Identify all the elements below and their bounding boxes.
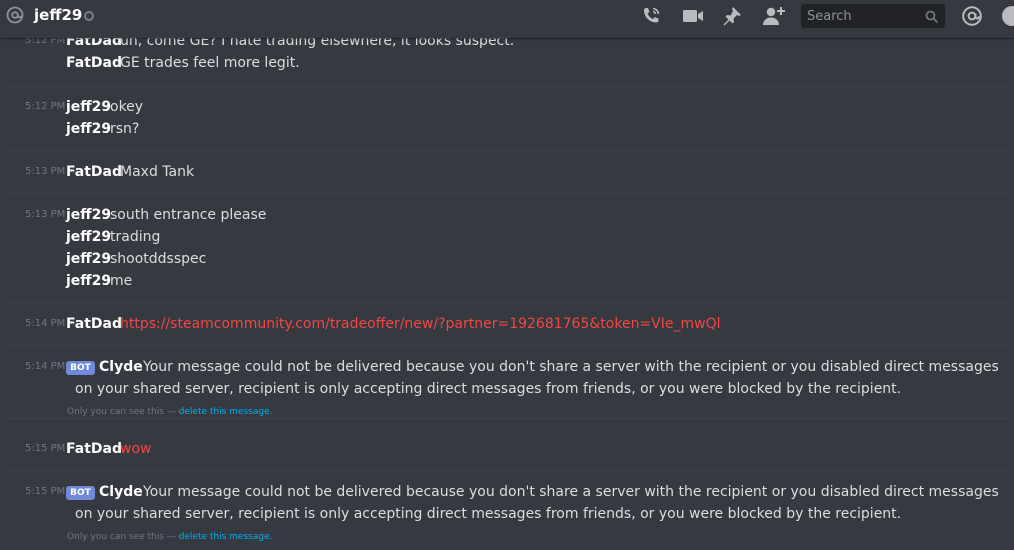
message-timestamp: 5:12 PM <box>25 38 66 46</box>
message-group: 5:15 PM FatDad wow <box>8 438 1008 471</box>
dm-username: jeff29 <box>34 6 83 24</box>
message-timestamp: 5:15 PM <box>25 443 66 454</box>
ephemeral-note: Only you can see this — delete this mess… <box>67 406 272 418</box>
message-author[interactable]: jeff29 <box>66 248 111 270</box>
system-message-text: Your message could not be delivered beca… <box>75 484 999 522</box>
search-input[interactable] <box>801 4 925 28</box>
message-author[interactable]: jeff29 <box>66 226 111 248</box>
add-friend-icon[interactable] <box>761 5 785 27</box>
message-group: 5:13 PM jeff29 south entrance please jef… <box>8 204 1008 303</box>
message-author[interactable]: jeff29 <box>66 270 111 292</box>
message-author[interactable]: FatDad <box>66 313 122 335</box>
video-call-icon[interactable] <box>681 5 703 27</box>
message-author[interactable]: FatDad <box>66 38 122 52</box>
message-author[interactable]: jeff29 <box>66 96 111 118</box>
message-author[interactable]: FatDad <box>66 161 122 183</box>
message-timestamp: 5:12 PM <box>25 101 66 112</box>
message-group: 5:12 PM jeff29 okey jeff29 rsn? <box>8 96 1008 151</box>
message-author[interactable]: FatDad <box>66 52 122 74</box>
chat-window: jeff29 Search 5:12 PM FatDad uh, come GE… <box>0 0 1014 550</box>
search-icon[interactable] <box>925 9 939 24</box>
help-icon[interactable] <box>1001 5 1014 27</box>
message-group: 5:14 PM BOT Clyde Your message could not… <box>8 356 1008 419</box>
delete-message-link[interactable]: delete this message. <box>179 532 273 542</box>
message-timestamp: 5:13 PM <box>25 166 66 177</box>
search-bar[interactable] <box>801 4 945 28</box>
channel-header: jeff29 <box>0 0 1014 38</box>
message-text: rsn? <box>110 121 140 137</box>
message-group: 5:12 PM FatDad uh, come GE? I hate tradi… <box>8 38 1008 87</box>
message-group: 5:15 PM BOT Clyde Your message could not… <box>8 481 1008 550</box>
pin-icon[interactable] <box>721 5 743 27</box>
message-timestamp: 5:14 PM <box>25 318 66 329</box>
trade-offer-link[interactable]: https://steamcommunity.com/tradeoffer/ne… <box>120 313 720 335</box>
message-group: 5:13 PM FatDad Maxd Tank <box>8 161 1008 194</box>
message-text: me <box>110 273 133 289</box>
message-text: trading <box>110 229 161 245</box>
message-timestamp: 5:14 PM <box>25 361 66 372</box>
system-message-text: Your message could not be delivered beca… <box>75 359 999 397</box>
message-author[interactable]: FatDad <box>66 438 122 460</box>
message-text: GE trades feel more legit. <box>120 55 300 71</box>
message-timestamp: 5:15 PM <box>25 486 66 497</box>
message-text: shootddsspec <box>110 251 207 267</box>
message-list[interactable]: 5:12 PM FatDad uh, come GE? I hate tradi… <box>0 38 1014 550</box>
mention-icon[interactable] <box>961 5 983 27</box>
delete-message-link[interactable]: delete this message. <box>179 407 273 417</box>
ephemeral-note: Only you can see this — delete this mess… <box>67 531 272 543</box>
ephemeral-note-text: Only you can see this — <box>67 407 179 417</box>
phone-call-icon[interactable] <box>640 5 662 27</box>
ephemeral-note-text: Only you can see this — <box>67 532 179 542</box>
message-author[interactable]: jeff29 <box>66 204 111 226</box>
message-text: south entrance please <box>110 207 267 223</box>
status-offline-icon <box>84 11 94 21</box>
message-text: Maxd Tank <box>120 164 195 180</box>
message-text: okey <box>110 99 144 115</box>
message-timestamp: 5:13 PM <box>25 209 66 220</box>
message-text: uh, come GE? I hate trading elsewhere, i… <box>120 38 515 49</box>
message-author[interactable]: jeff29 <box>66 118 111 140</box>
message-group: 5:14 PM FatDad https://steamcommunity.co… <box>8 313 1008 346</box>
at-sign-icon <box>6 6 24 24</box>
message-text: wow <box>120 441 152 457</box>
